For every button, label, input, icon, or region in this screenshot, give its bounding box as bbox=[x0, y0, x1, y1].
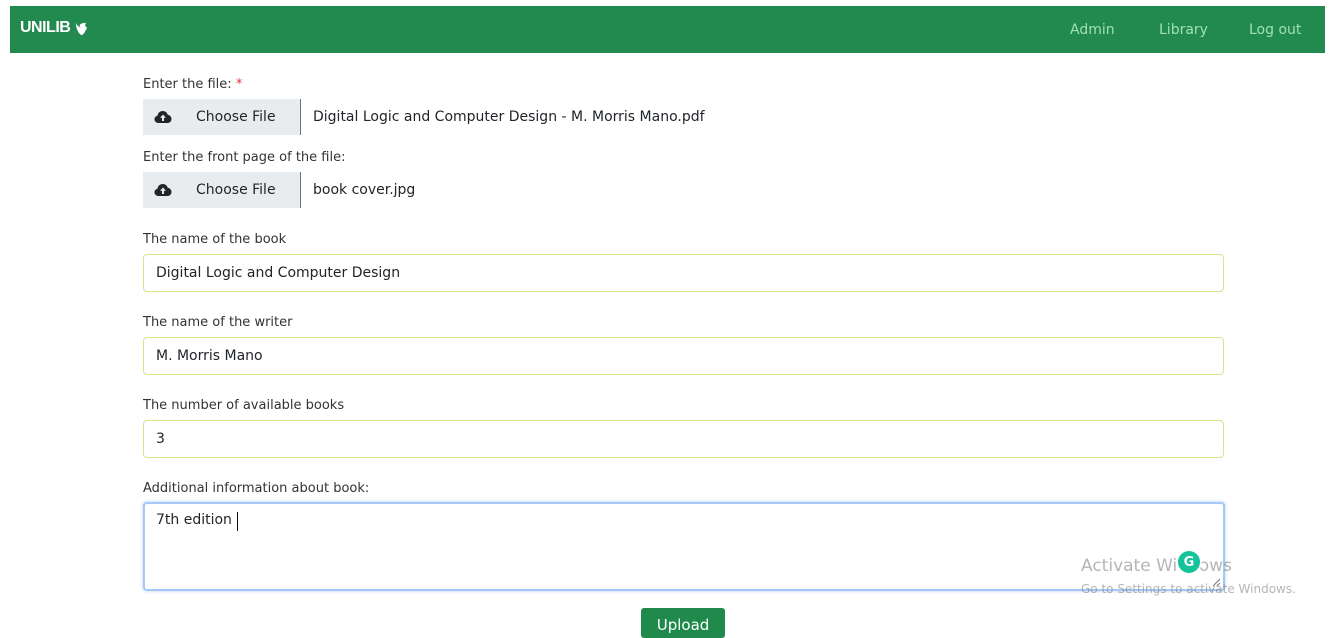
activate-windows-title: Activate Windows bbox=[1081, 556, 1232, 576]
book-name-input[interactable] bbox=[143, 254, 1224, 292]
available-books-label: The number of available books bbox=[143, 398, 345, 413]
activate-windows-subtitle: Go to Settings to activate Windows. bbox=[1081, 582, 1296, 596]
nav-link-logout[interactable]: Log out bbox=[1249, 22, 1301, 38]
file-label: Enter the file: * bbox=[143, 77, 242, 92]
choose-file-label: Choose File bbox=[196, 109, 276, 125]
nav-link-library[interactable]: Library bbox=[1159, 22, 1208, 38]
choose-file-button[interactable]: Choose File bbox=[143, 99, 301, 135]
selected-file-name: Digital Logic and Computer Design - M. M… bbox=[313, 109, 705, 125]
front-page-input[interactable]: Choose File book cover.jpg bbox=[143, 172, 923, 208]
front-page-label: Enter the front page of the file: bbox=[143, 150, 346, 165]
brand[interactable]: UNILIB bbox=[20, 19, 89, 37]
nav-link-admin[interactable]: Admin bbox=[1070, 22, 1115, 38]
choose-front-page-label: Choose File bbox=[196, 182, 276, 198]
choose-front-page-button[interactable]: Choose File bbox=[143, 172, 301, 208]
additional-info-textarea[interactable]: 7th edition bbox=[143, 502, 1225, 591]
writer-name-input[interactable] bbox=[143, 337, 1224, 375]
required-mark: * bbox=[235, 77, 243, 92]
navbar: UNILIB Admin Library Log out bbox=[10, 6, 1325, 53]
cloud-upload-icon bbox=[154, 184, 172, 196]
file-label-text: Enter the file: bbox=[143, 77, 232, 92]
available-books-input[interactable] bbox=[143, 420, 1224, 458]
selected-front-page-name: book cover.jpg bbox=[313, 182, 416, 198]
cloud-upload-icon bbox=[154, 111, 172, 123]
text-caret bbox=[237, 512, 238, 531]
book-name-label: The name of the book bbox=[143, 232, 287, 247]
writer-name-label: The name of the writer bbox=[143, 315, 293, 330]
brand-name: UNILIB bbox=[20, 19, 71, 36]
additional-info-label: Additional information about book: bbox=[143, 481, 370, 496]
grammarly-icon[interactable]: G bbox=[1178, 551, 1200, 573]
typo3-logo-icon bbox=[76, 22, 88, 35]
file-input[interactable]: Choose File Digital Logic and Computer D… bbox=[143, 99, 923, 135]
